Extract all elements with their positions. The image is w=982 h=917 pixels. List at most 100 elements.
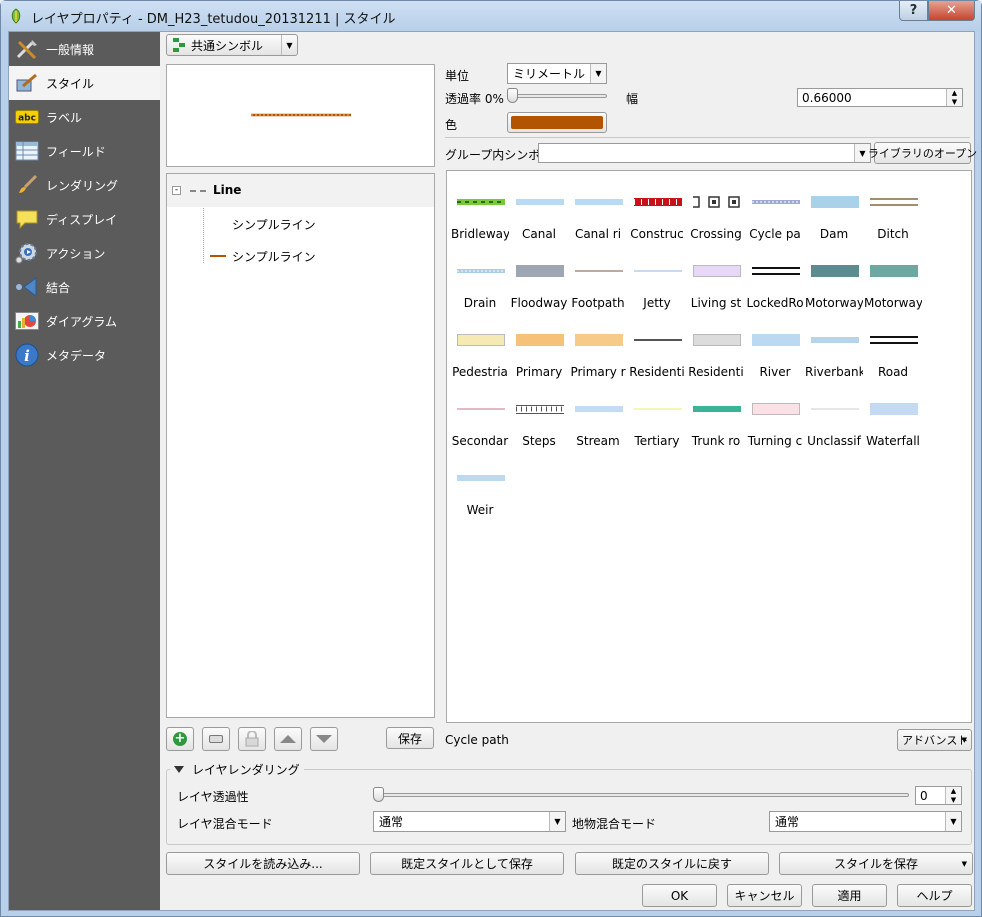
symbol-item[interactable]: Drain xyxy=(449,240,508,310)
opacity-slider[interactable] xyxy=(513,94,607,98)
symbol-item[interactable]: Waterfall xyxy=(862,378,921,448)
add-layer-button[interactable]: + xyxy=(166,727,194,751)
symbol-item[interactable]: Motorway xyxy=(803,240,863,310)
layer-blend-dropdown[interactable]: 通常 ▼ xyxy=(373,811,566,832)
tree-root-row[interactable]: - Line xyxy=(167,174,434,207)
sidebar-item-style[interactable]: スタイル xyxy=(9,66,160,100)
sidebar-item-label-settings[interactable]: abc ラベル xyxy=(9,100,160,134)
symbol-preview xyxy=(166,64,435,167)
symbol-item[interactable]: Footpath xyxy=(567,240,626,310)
tree-child-label: シンプルライン xyxy=(232,218,316,232)
group-symbols-dropdown[interactable]: ▼ xyxy=(538,143,871,163)
symbol-swatch xyxy=(634,265,682,277)
unit-dropdown[interactable]: ミリメートル ▼ xyxy=(507,63,607,84)
symbol-item[interactable]: Floodway xyxy=(508,240,567,310)
restore-default-button[interactable]: 既定のスタイルに戻す xyxy=(575,852,769,875)
symbol-item[interactable]: Primary xyxy=(508,309,567,379)
layer-opacity-spinbox[interactable]: 0 ▲ ▼ xyxy=(915,786,962,805)
symbol-item[interactable]: Crossing xyxy=(685,171,744,241)
symbol-item[interactable]: Motorway xyxy=(862,240,922,310)
sidebar-item-join[interactable]: 結合 xyxy=(9,270,160,304)
width-spinbox[interactable]: 0.66000 ▲ ▼ xyxy=(797,88,963,107)
move-down-button[interactable] xyxy=(310,727,338,751)
symbol-item[interactable]: Construc xyxy=(626,171,685,241)
layer-rendering-header[interactable]: レイヤレンダリング xyxy=(170,761,304,778)
sidebar-item-general[interactable]: 一般情報 xyxy=(9,32,160,66)
save-symbol-button[interactable]: 保存 xyxy=(386,727,434,749)
move-up-button[interactable] xyxy=(274,727,302,751)
spin-down-icon[interactable]: ▼ xyxy=(945,795,961,804)
color-button[interactable] xyxy=(507,112,607,133)
sidebar-item-actions[interactable]: アクション xyxy=(9,236,160,270)
symbol-item[interactable]: Jetty xyxy=(626,240,685,310)
spin-up-icon[interactable]: ▲ xyxy=(946,89,962,98)
lock-layer-button[interactable] xyxy=(238,727,266,751)
symbol-item[interactable]: Tertiary xyxy=(626,378,685,448)
tree-child-row[interactable]: シンプルライン xyxy=(167,208,434,240)
advanced-button[interactable]: アドバンスト ▼ xyxy=(897,729,972,751)
symbol-item[interactable]: Residenti xyxy=(626,309,685,379)
apply-button[interactable]: 適用 xyxy=(812,884,887,907)
symbol-label: Canal xyxy=(521,227,557,241)
layer-opacity-slider[interactable] xyxy=(377,793,909,797)
symbol-label: Primary xyxy=(515,365,563,379)
symbol-item[interactable]: Living st xyxy=(685,240,744,310)
symbol-item[interactable]: Canal xyxy=(508,171,567,241)
save-style-button[interactable]: スタイルを保存 ▼ xyxy=(779,852,973,875)
symbol-item[interactable]: LockedRo xyxy=(744,240,804,310)
symbol-item[interactable]: River xyxy=(744,309,803,379)
tools-icon xyxy=(14,38,40,60)
symbol-item[interactable]: Stream xyxy=(567,378,626,448)
close-window-button[interactable]: ✕ xyxy=(928,1,975,21)
symbol-swatch xyxy=(811,334,859,346)
symbol-item[interactable]: Primary r xyxy=(567,309,626,379)
symbol-item[interactable]: Steps xyxy=(508,378,567,448)
collapse-icon[interactable]: - xyxy=(172,186,181,195)
symbol-item[interactable]: Dam xyxy=(803,171,862,241)
save-as-default-button[interactable]: 既定スタイルとして保存 xyxy=(370,852,564,875)
opacity-slider-handle[interactable] xyxy=(507,88,518,103)
symbol-swatch xyxy=(688,196,741,208)
lock-icon xyxy=(245,731,259,747)
ok-button[interactable]: OK xyxy=(642,884,717,907)
symbol-item[interactable]: Turning c xyxy=(744,378,803,448)
sidebar-item-rendering[interactable]: レンダリング xyxy=(9,168,160,202)
layer-opacity-slider-handle[interactable] xyxy=(373,787,384,802)
open-library-button[interactable]: ライブラリのオープン xyxy=(868,142,977,164)
symbol-swatch xyxy=(575,403,623,415)
load-style-button[interactable]: スタイルを読み込み... xyxy=(166,852,360,875)
sidebar-item-metadata[interactable]: i メタデータ xyxy=(9,338,160,372)
symbol-item[interactable]: Ditch xyxy=(862,171,921,241)
title-bar: レイヤプロパティ - DM_H23_tetudou_20131211 | スタイ… xyxy=(1,1,981,31)
symbol-item[interactable]: Weir xyxy=(449,447,508,517)
symbol-swatch xyxy=(693,265,741,277)
renderer-type-dropdown[interactable]: 共通シンボル ▼ xyxy=(166,34,298,56)
symbol-item[interactable]: Secondar xyxy=(449,378,509,448)
sidebar-item-label: ディスプレイ xyxy=(46,212,118,227)
sidebar-item-diagram[interactable]: ダイアグラム xyxy=(9,304,160,338)
symbol-swatch xyxy=(457,472,505,484)
tree-child-row[interactable]: シンプルライン xyxy=(167,240,434,272)
chevron-down-icon: ▼ xyxy=(590,64,606,83)
symbol-item[interactable]: Bridleway xyxy=(449,171,509,241)
sidebar-item-display[interactable]: ディスプレイ xyxy=(9,202,160,236)
symbol-label: Secondar xyxy=(451,434,509,448)
symbol-item[interactable]: Residenti xyxy=(685,309,744,379)
remove-layer-button[interactable] xyxy=(202,727,230,751)
help-button[interactable]: ヘルプ xyxy=(897,884,972,907)
window-title: レイヤプロパティ - DM_H23_tetudou_20131211 | スタイ… xyxy=(31,12,396,27)
spin-down-icon[interactable]: ▼ xyxy=(946,97,962,106)
help-title-button[interactable]: ? xyxy=(899,1,928,21)
feature-blend-dropdown[interactable]: 通常 ▼ xyxy=(769,811,962,832)
sidebar-item-fields[interactable]: フィールド xyxy=(9,134,160,168)
cancel-button[interactable]: キャンセル xyxy=(727,884,802,907)
symbol-item[interactable]: Riverbank xyxy=(803,309,863,379)
symbol-item[interactable]: Road xyxy=(862,309,921,379)
spin-up-icon[interactable]: ▲ xyxy=(945,787,961,796)
symbol-item[interactable]: Cycle pa xyxy=(744,171,803,241)
symbol-item[interactable]: Pedestria xyxy=(449,309,508,379)
speech-bubble-icon xyxy=(14,208,40,230)
symbol-item[interactable]: Canal ri xyxy=(567,171,626,241)
symbol-item[interactable]: Unclassif xyxy=(803,378,862,448)
symbol-item[interactable]: Trunk ro xyxy=(685,378,744,448)
